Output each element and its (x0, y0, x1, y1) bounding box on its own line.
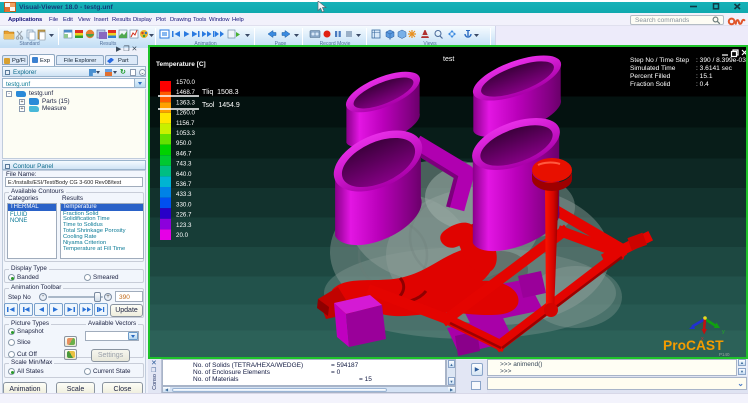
svg-text:1260.0: 1260.0 (176, 110, 195, 117)
svg-text:: 3.6141 sec: : 3.6141 sec (696, 65, 733, 72)
svg-text:: 15.1: : 15.1 (696, 73, 713, 80)
svg-text:Tliq 1508.3: Tliq 1508.3 (202, 89, 239, 96)
svg-text:Step No / Time Step: Step No / Time Step (630, 57, 689, 64)
svg-text:: 0.4: : 0.4 (696, 81, 709, 88)
svg-text:P140: P140 (719, 352, 730, 357)
svg-text:Temperature [C]: Temperature [C] (156, 61, 206, 68)
svg-text:Fraction Solid: Fraction Solid (630, 81, 671, 88)
svg-text:ProCAST: ProCAST (663, 338, 724, 353)
svg-text:226.7: 226.7 (176, 212, 192, 219)
svg-text:Tsol 1454.9: Tsol 1454.9 (202, 102, 240, 109)
svg-text:433.3: 433.3 (176, 191, 192, 198)
svg-text:330.0: 330.0 (176, 201, 192, 208)
svg-text:950.0: 950.0 (176, 140, 192, 147)
svg-text:640.0: 640.0 (176, 171, 192, 178)
svg-text:1363.3: 1363.3 (176, 99, 195, 106)
svg-text:y: y (722, 329, 725, 335)
svg-text:536.7: 536.7 (176, 181, 192, 188)
svg-text:test: test (443, 56, 454, 63)
svg-text:: 390 / 8.399e-03: : 390 / 8.399e-03 (696, 57, 746, 64)
svg-text:20.0: 20.0 (176, 232, 189, 239)
svg-text:1468.7: 1468.7 (176, 89, 195, 96)
svg-text:743.3: 743.3 (176, 161, 192, 168)
svg-text:1053.3: 1053.3 (176, 130, 195, 137)
svg-text:Simulated Time: Simulated Time (630, 65, 676, 72)
svg-text:1156.7: 1156.7 (176, 120, 195, 127)
svg-text:1570.0: 1570.0 (176, 79, 195, 86)
svg-text:Percent Filled: Percent Filled (630, 73, 671, 80)
svg-text:123.3: 123.3 (176, 222, 192, 229)
svg-text:846.7: 846.7 (176, 150, 192, 157)
